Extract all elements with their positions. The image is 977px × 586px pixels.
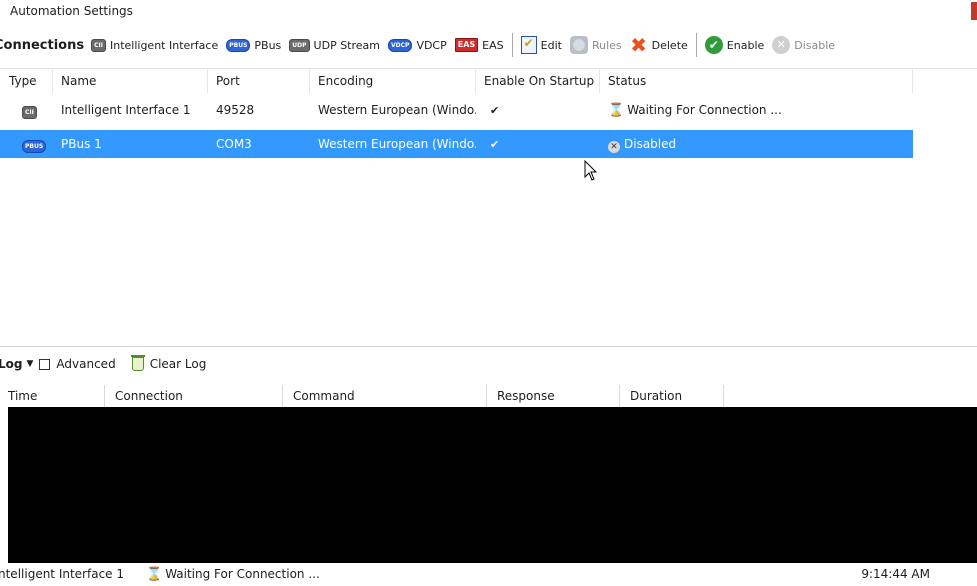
disable-button[interactable]: ✕ Disable bbox=[772, 36, 835, 54]
enable-label: Enable bbox=[726, 38, 765, 52]
mouse-pointer-icon bbox=[584, 160, 598, 181]
port-cell: 49528 bbox=[216, 103, 255, 117]
column-header-port[interactable]: Port bbox=[208, 69, 310, 93]
pbus-label: PBus bbox=[254, 38, 282, 52]
hourglass-icon: ⌛ bbox=[608, 103, 625, 118]
log-column-connection[interactable]: Connection bbox=[105, 385, 283, 407]
toolbar-separator bbox=[695, 33, 697, 57]
log-column-time[interactable]: Time bbox=[0, 385, 105, 407]
toolbar-separator bbox=[511, 33, 513, 57]
chevron-down-icon[interactable]: ▼ bbox=[26, 359, 33, 369]
status-clock: 9:14:44 AM bbox=[861, 567, 930, 581]
checkmark-icon: ✔ bbox=[490, 138, 500, 151]
rules-button[interactable]: Rules bbox=[569, 36, 622, 54]
status-bar: ntelligent Interface 1 ⌛ Waiting For Conn… bbox=[0, 563, 977, 585]
delete-button[interactable]: ✖ Delete bbox=[630, 33, 688, 57]
connections-label: Connections bbox=[0, 37, 85, 53]
add-vdcp-button[interactable]: VDCP VDCP bbox=[388, 38, 447, 52]
log-output-area[interactable] bbox=[8, 407, 977, 563]
column-header-name[interactable]: Name bbox=[53, 69, 208, 93]
advanced-checkbox[interactable] bbox=[39, 358, 51, 370]
connections-toolbar: Connections CII Intelligent Interface PB… bbox=[0, 30, 977, 60]
rules-label: Rules bbox=[591, 38, 622, 52]
close-button[interactable] bbox=[971, 2, 977, 20]
disable-circle-icon: ✕ bbox=[772, 36, 791, 54]
delete-x-icon: ✖ bbox=[630, 33, 648, 57]
eas-label: EAS bbox=[482, 38, 504, 52]
port-cell: COM3 bbox=[216, 137, 252, 151]
pbus-icon: PBUS bbox=[226, 38, 251, 52]
type-cell: PBUS bbox=[14, 130, 53, 158]
status-connection: ntelligent Interface 1 bbox=[0, 567, 124, 581]
rules-icon bbox=[569, 36, 588, 54]
edit-button[interactable]: Edit bbox=[520, 36, 562, 54]
log-grid-header: Time Connection Command Response Duratio… bbox=[0, 385, 977, 407]
checkmark-circle-icon: ✔ bbox=[704, 36, 723, 54]
udp-stream-label: UDP Stream bbox=[313, 38, 380, 52]
encoding-cell: Western European (Windo... bbox=[318, 103, 476, 117]
checkmark-icon: ✔ bbox=[490, 104, 500, 117]
status-text: Waiting For Connection ... bbox=[627, 103, 782, 117]
disable-label: Disable bbox=[794, 38, 836, 52]
cii-icon: CII bbox=[91, 38, 106, 52]
enable-button[interactable]: ✔ Enable bbox=[704, 36, 765, 54]
vdcp-label: VDCP bbox=[416, 38, 447, 52]
name-cell: PBus 1 bbox=[61, 137, 102, 151]
table-row[interactable]: PBUS PBus 1 COM3 Western European (Windo… bbox=[0, 130, 913, 158]
add-eas-button[interactable]: EAS EAS bbox=[454, 38, 504, 52]
column-header-encoding[interactable]: Encoding bbox=[310, 69, 476, 93]
table-row[interactable]: CII Intelligent Interface 1 49528 Wester… bbox=[0, 96, 913, 124]
log-dropdown[interactable]: Log bbox=[0, 357, 22, 371]
pbus-icon: PBUS bbox=[22, 140, 47, 153]
delete-label: Delete bbox=[651, 38, 688, 52]
grid-header: Type Name Port Encoding Enable On Startu… bbox=[0, 69, 977, 93]
add-intelligent-interface-button[interactable]: CII Intelligent Interface bbox=[91, 38, 219, 52]
column-header-type[interactable]: Type bbox=[0, 69, 53, 93]
connections-grid: Type Name Port Encoding Enable On Startu… bbox=[0, 68, 977, 347]
advanced-label: Advanced bbox=[56, 357, 116, 371]
hourglass-icon: ⌛ bbox=[146, 567, 163, 582]
enable-on-startup-cell: ✔ bbox=[476, 130, 600, 158]
cii-icon: CII bbox=[22, 106, 37, 119]
status-text: Disabled bbox=[624, 137, 677, 151]
edit-checklist-icon bbox=[520, 36, 537, 54]
column-header-status[interactable]: Status bbox=[600, 69, 913, 93]
disabled-x-icon: ✕ bbox=[608, 141, 620, 153]
title-bar: Automation Settings bbox=[0, 0, 977, 24]
add-udp-stream-button[interactable]: UDP UDP Stream bbox=[289, 38, 380, 52]
log-column-response[interactable]: Response bbox=[487, 385, 620, 407]
add-pbus-button[interactable]: PBUS PBus bbox=[226, 38, 282, 52]
encoding-cell: Western European (Windo... bbox=[318, 137, 476, 151]
clear-log-button[interactable]: Clear Log bbox=[150, 357, 207, 371]
status-state-text: Waiting For Connection ... bbox=[165, 567, 320, 581]
log-column-command[interactable]: Command bbox=[283, 385, 487, 407]
eas-icon: EAS bbox=[454, 38, 479, 52]
type-cell: CII bbox=[14, 96, 53, 124]
udp-icon: UDP bbox=[289, 38, 310, 52]
column-header-enable-on-startup[interactable]: Enable On Startup bbox=[476, 69, 600, 93]
name-cell: Intelligent Interface 1 bbox=[61, 103, 191, 117]
enable-on-startup-cell: ✔ bbox=[476, 96, 600, 124]
edit-label: Edit bbox=[540, 38, 562, 52]
status-cell: ✕ Disabled bbox=[600, 130, 913, 158]
status-state: ⌛ Waiting For Connection ... bbox=[146, 563, 320, 586]
window-title: Automation Settings bbox=[10, 4, 133, 18]
vdcp-icon: VDCP bbox=[388, 38, 413, 52]
intelligent-interface-label: Intelligent Interface bbox=[109, 38, 219, 52]
log-column-duration[interactable]: Duration bbox=[620, 385, 724, 407]
trash-icon[interactable] bbox=[130, 355, 145, 371]
log-toolbar: Log ▼ Advanced Clear Log bbox=[0, 346, 977, 381]
status-cell: ⌛ Waiting For Connection ... bbox=[600, 96, 913, 124]
